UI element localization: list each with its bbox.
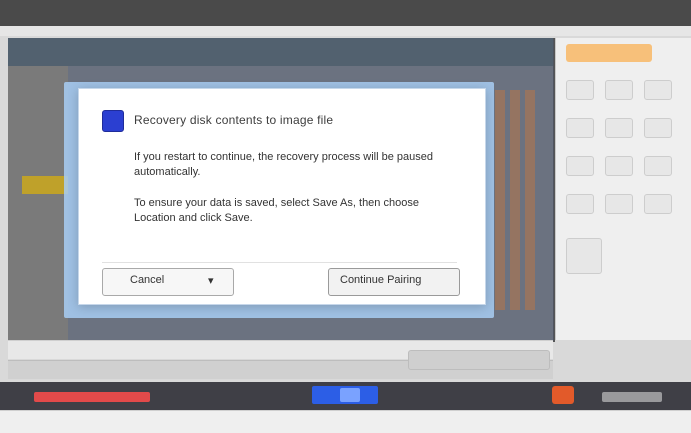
modal-bullet-1: If you restart to continue, the recovery… bbox=[134, 151, 433, 178]
right-panel-header[interactable] bbox=[566, 44, 652, 62]
app-titlebar bbox=[8, 38, 553, 66]
taskbar-right-area bbox=[602, 392, 662, 402]
grid-button[interactable] bbox=[644, 118, 672, 138]
modal-bullet-2: To ensure your data is saved, select Sav… bbox=[134, 197, 419, 224]
grid-button[interactable] bbox=[605, 118, 633, 138]
grid-button[interactable] bbox=[566, 118, 594, 138]
grid-button[interactable] bbox=[644, 156, 672, 176]
grid-button[interactable] bbox=[566, 238, 602, 274]
modal-title: Recovery disk contents to image file bbox=[134, 113, 334, 127]
modal-primary-button-label: Continue Pairing bbox=[340, 274, 422, 286]
background-column-stripe bbox=[525, 90, 535, 310]
checkbox-icon[interactable] bbox=[102, 110, 124, 132]
grid-button[interactable] bbox=[605, 156, 633, 176]
grid-button[interactable] bbox=[605, 194, 633, 214]
chevron-down-icon[interactable]: ▾ bbox=[208, 274, 214, 287]
grid-button[interactable] bbox=[644, 194, 672, 214]
grid-button[interactable] bbox=[566, 80, 594, 100]
grid-button[interactable] bbox=[566, 194, 594, 214]
action-button[interactable] bbox=[408, 350, 550, 370]
left-column bbox=[8, 66, 68, 340]
grid-button[interactable] bbox=[644, 80, 672, 100]
status-bar bbox=[0, 410, 691, 433]
taskbar-active-highlight bbox=[340, 388, 360, 402]
left-highlight-row bbox=[22, 176, 68, 194]
taskbar-red-segment[interactable] bbox=[34, 392, 150, 402]
top-system-bar bbox=[0, 0, 691, 26]
grid-button[interactable] bbox=[566, 156, 594, 176]
modal-cancel-button-label: Cancel bbox=[130, 274, 165, 286]
modal-separator bbox=[102, 262, 457, 263]
top-strip bbox=[0, 26, 691, 36]
grid-button[interactable] bbox=[605, 80, 633, 100]
modal-cancel-button[interactable] bbox=[102, 268, 234, 296]
taskbar-orange-icon[interactable] bbox=[552, 386, 574, 404]
background-column-stripe bbox=[495, 90, 505, 310]
background-column-stripe bbox=[510, 90, 520, 310]
